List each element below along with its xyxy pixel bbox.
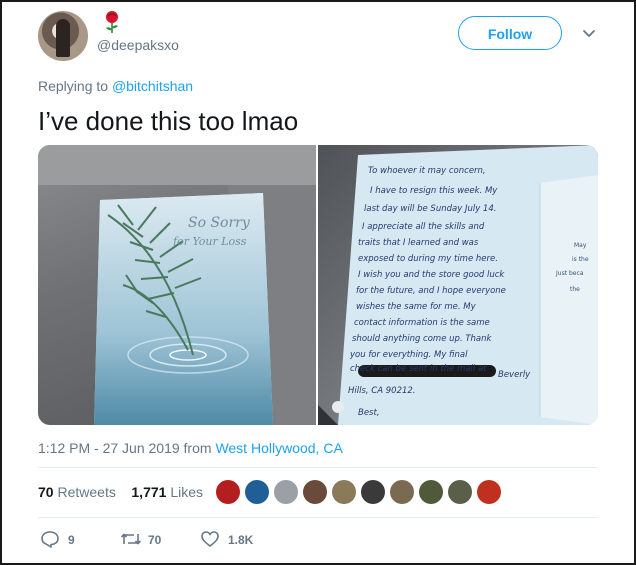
letter-line: Hills, CA 90212. (348, 386, 416, 396)
retweets-stat[interactable]: 70 Retweets (38, 484, 116, 500)
letter-line: contact information is the same (354, 318, 490, 328)
handwritten-letter-illustration: To whoever it may concern, I have to res… (318, 145, 598, 425)
divider (38, 517, 598, 518)
letter-line: check can be sent in the mail at (350, 364, 487, 374)
chevron-down-icon[interactable] (581, 25, 597, 41)
avatar[interactable] (38, 11, 88, 61)
retweets-count: 70 (38, 484, 54, 500)
letter-salutation: To whoever it may concern, (368, 166, 486, 176)
side-fragment: Just beca (555, 270, 584, 277)
timestamp-text[interactable]: 1:12 PM - 27 Jun 2019 from (38, 440, 215, 456)
liker-avatar[interactable] (419, 480, 443, 504)
letter-line: for the future, and I hope everyone (356, 286, 506, 296)
letter-line: traits that I learned and was (358, 238, 479, 248)
tweet-timestamp: 1:12 PM - 27 Jun 2019 from West Hollywoo… (38, 440, 343, 456)
liker-avatar[interactable] (332, 480, 356, 504)
side-fragment: is the (572, 256, 589, 263)
tweet-media[interactable]: So Sorry for Your Loss To whoever it may… (38, 145, 598, 425)
letter-line: last day will be Sunday July 14. (364, 204, 496, 214)
letter-line: I appreciate all the skills and (362, 222, 485, 232)
letter-line: I have to resign this week. My (370, 186, 498, 196)
retweet-count: 70 (148, 533, 162, 547)
reply-count: 9 (68, 533, 75, 547)
letter-line: wishes the same for me. My (356, 302, 477, 312)
reply-icon (41, 531, 59, 548)
letter-line: I wish you and the store good luck (358, 270, 505, 280)
user-handle[interactable]: @deepaksxo (97, 37, 179, 53)
reply-prefix: Replying to (38, 78, 112, 94)
liker-avatar[interactable] (390, 480, 414, 504)
card-title-line1: So Sorry (188, 215, 251, 231)
card-title-line2: for Your Loss (172, 235, 247, 248)
retweet-icon (120, 533, 142, 545)
likes-stat[interactable]: 1,771 Likes (131, 484, 203, 500)
like-count: 1.8K (228, 533, 254, 547)
reply-mention-link[interactable]: @bitchitshan (112, 78, 193, 94)
follow-button[interactable]: Follow (458, 16, 562, 50)
photo-handwritten-letter[interactable]: To whoever it may concern, I have to res… (318, 145, 598, 425)
letter-line: exposed to during my time here. (358, 254, 498, 264)
liker-avatar[interactable] (448, 480, 472, 504)
liker-avatar[interactable] (303, 480, 327, 504)
sympathy-card-illustration: So Sorry for Your Loss (38, 145, 316, 425)
tweet-text: I’ve done this too lmao (38, 106, 299, 136)
likes-label: Likes (170, 484, 204, 500)
rose-icon (106, 11, 118, 33)
location-link[interactable]: West Hollywood, CA (215, 440, 342, 456)
retweets-label: Retweets (57, 484, 116, 500)
side-fragment: the (570, 286, 580, 293)
photo-sympathy-card[interactable]: So Sorry for Your Loss (38, 145, 316, 425)
heart-icon (201, 531, 219, 547)
letter-line: you for everything. My final (349, 350, 468, 360)
reply-context: Replying to @bitchitshan (38, 78, 193, 94)
liker-avatar[interactable] (477, 480, 501, 504)
engagement-stats: 70 Retweets 1,771 Likes (38, 484, 203, 500)
likes-count: 1,771 (131, 484, 167, 500)
letter-line: Best, (358, 408, 380, 418)
liker-avatar[interactable] (274, 480, 298, 504)
alt-badge-icon (332, 401, 344, 413)
liker-avatar[interactable] (361, 480, 385, 504)
side-fragment: May (574, 242, 587, 249)
liker-avatar[interactable] (245, 480, 269, 504)
letter-line: Beverly (498, 370, 531, 380)
liker-avatar[interactable] (216, 480, 240, 504)
letter-line: should anything come up. Thank (352, 334, 493, 344)
divider (38, 467, 598, 468)
